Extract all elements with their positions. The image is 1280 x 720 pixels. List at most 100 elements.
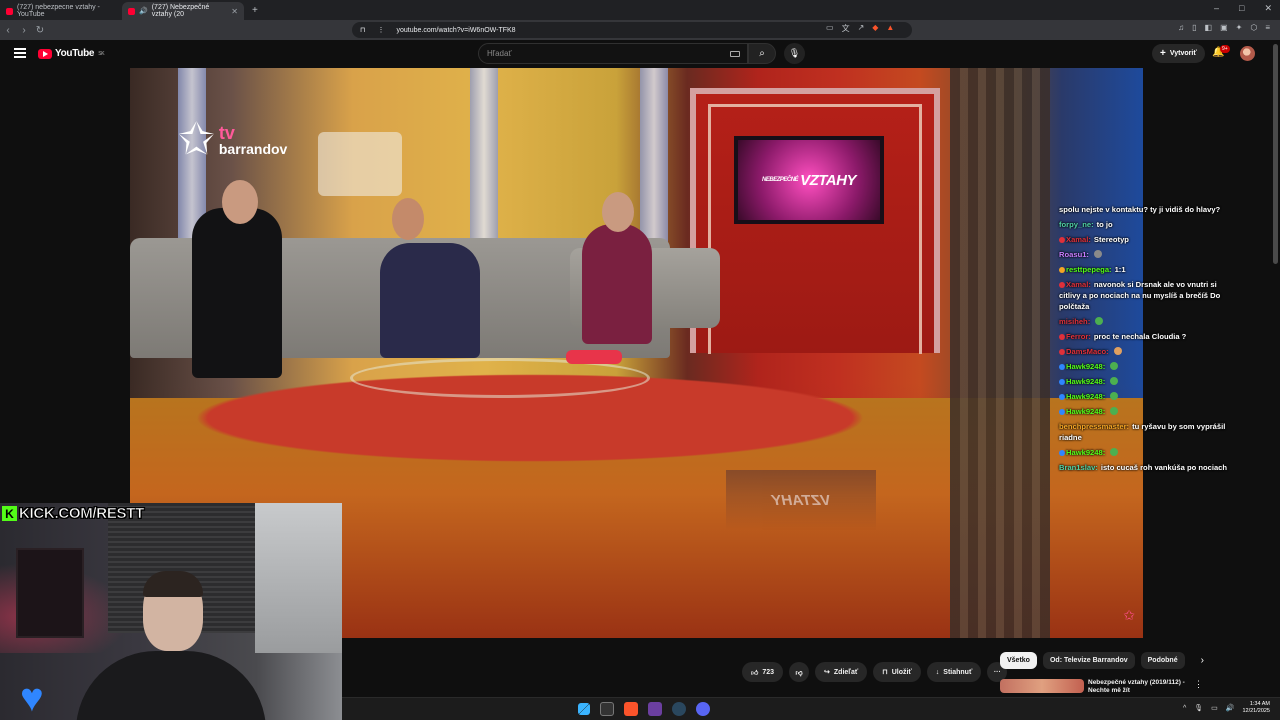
browser-tab[interactable]: (727) nebezpecne vztahy - YouTube <box>0 2 122 20</box>
xbox-icon[interactable] <box>600 702 614 716</box>
chat-username[interactable]: Hawk9248: <box>1066 377 1105 386</box>
share-button[interactable]: ↪ Zdieľať <box>815 662 868 682</box>
chat-message: Ferror: proc te nechala Cloudia ? <box>1059 331 1231 342</box>
chat-username[interactable]: resttpepega: <box>1066 265 1112 274</box>
like-count: 723 <box>762 668 775 676</box>
country-code: SK <box>98 50 105 57</box>
chat-username[interactable]: Hawk9248: <box>1066 407 1105 416</box>
voice-search-button[interactable]: 🎙 <box>784 43 805 64</box>
sidebar-icon[interactable]: ▯ <box>1192 23 1196 32</box>
chat-username[interactable]: Hawk9248: <box>1066 448 1105 457</box>
like-button[interactable]: 👍︎ 723 <box>742 662 784 682</box>
chat-username[interactable]: misiheh: <box>1059 317 1090 326</box>
split-view-icon[interactable]: ◧ <box>1205 23 1213 32</box>
tray-overflow-icon[interactable]: ^ <box>1183 705 1186 712</box>
chat-username[interactable]: Xamal: <box>1066 235 1091 244</box>
windows-start-icon[interactable] <box>578 703 590 715</box>
maximize-button[interactable]: □ <box>1239 3 1244 14</box>
chat-text: Stereotyp <box>1093 235 1129 244</box>
chip-all[interactable]: Všetko <box>1000 652 1037 669</box>
clock-time: 1:34 AM <box>1249 701 1270 707</box>
extensions-bar: ♫ ▯ ◧ ▣ ✦ ⬡ ≡ <box>1178 23 1270 32</box>
bookmark-icon[interactable]: ⊓ <box>360 26 365 34</box>
keyboard-icon[interactable] <box>730 51 740 57</box>
tab-title: (727) nebezpecne vztahy - YouTube <box>17 4 100 18</box>
chat-message: Hawk9248: <box>1059 447 1231 458</box>
brave-browser-icon[interactable] <box>624 702 638 716</box>
youtube-favicon-icon <box>128 7 135 15</box>
chat-username[interactable]: Hawk9248: <box>1066 362 1105 371</box>
chat-username[interactable]: Roasu1: <box>1059 250 1089 259</box>
rewards-icon[interactable]: ▲ <box>886 23 894 34</box>
leo-icon[interactable]: ✦ <box>1236 23 1243 32</box>
menu-icon[interactable]: ≡ <box>1265 23 1270 32</box>
reload-icon[interactable]: ↻ <box>32 25 48 36</box>
chat-username[interactable]: Xamal: <box>1066 280 1091 289</box>
guest-man-figure <box>192 208 282 378</box>
youtube-logo[interactable]: YouTube SK <box>38 48 105 59</box>
hamburger-menu-icon[interactable] <box>14 48 26 58</box>
wallet-icon[interactable]: ▣ <box>1220 23 1228 32</box>
brave-shield-icon[interactable]: ◆ <box>872 23 878 34</box>
dislike-button[interactable]: 👎︎ <box>789 662 810 682</box>
studio-curtain <box>950 68 1050 638</box>
save-button[interactable]: ⊓ Uložiť <box>873 662 921 682</box>
vpn-icon[interactable]: ⬡ <box>1250 23 1257 32</box>
chip-from-channel[interactable]: Od: Televize Barrandov <box>1042 652 1135 669</box>
search-input[interactable]: Hľadať <box>478 43 748 64</box>
chat-message: Roasu1: <box>1059 249 1231 260</box>
recommended-video-item[interactable]: Nebezpečné vztahy (2019/112) - Nechte mě… <box>1000 679 1205 695</box>
chat-emote-icon <box>1113 347 1122 355</box>
system-clock[interactable]: 1:34 AM 12/21/2025 <box>1242 701 1270 715</box>
kebab-menu-icon[interactable]: ⋮ <box>1194 679 1203 690</box>
recommended-thumbnail[interactable] <box>1000 679 1084 693</box>
chevron-right-icon[interactable]: › <box>1201 655 1204 666</box>
chat-emote-icon <box>1110 448 1119 456</box>
share-page-icon[interactable]: ↗ <box>858 23 865 34</box>
chat-username[interactable]: Bran1slav: <box>1059 463 1098 472</box>
chat-message: Hawk9248: <box>1059 391 1231 402</box>
close-tab-icon[interactable]: ✕ <box>231 7 238 16</box>
chat-username[interactable]: Ferror: <box>1066 332 1091 341</box>
thumbs-down-icon: 👎︎ <box>795 669 803 677</box>
music-icon[interactable]: ♫ <box>1178 23 1184 32</box>
close-window-button[interactable]: ✕ <box>1264 3 1272 14</box>
chat-badge-icon <box>1059 349 1065 355</box>
translate-icon[interactable]: 文 <box>842 23 850 34</box>
discord-icon[interactable] <box>696 702 710 716</box>
chip-related[interactable]: Podobné <box>1140 652 1185 669</box>
logo-text: YouTube <box>55 48 95 59</box>
browser-tab-active[interactable]: 🔊 (727) Nebezpečné vztahy (20 ✕ <box>122 2 244 20</box>
minimize-button[interactable]: – <box>1214 3 1219 14</box>
chat-username[interactable]: Hawk9248: <box>1066 392 1105 401</box>
chat-emote-icon <box>1110 377 1119 385</box>
speech-bubble-decor <box>318 132 402 196</box>
site-info-icon[interactable]: ⋮ <box>377 26 384 34</box>
share-label: Zdieľať <box>833 668 859 676</box>
network-icon[interactable]: ▭ <box>1211 704 1218 712</box>
account-avatar[interactable] <box>1240 46 1255 61</box>
microphone-tray-icon[interactable]: 🎙 <box>1194 704 1203 712</box>
chat-username[interactable]: DamsMaco: <box>1066 347 1109 356</box>
bookmark-save-icon: ⊓ <box>882 669 888 676</box>
steam-icon[interactable] <box>672 702 686 716</box>
forward-icon[interactable]: › <box>16 25 32 36</box>
streamer-webcam: ♥ <box>0 503 342 720</box>
page-scrollbar[interactable] <box>1273 44 1278 694</box>
download-icon: ↓ <box>935 668 940 676</box>
show-title: VZTAHY <box>800 171 856 189</box>
notification-count-badge: 9+ <box>1220 45 1230 53</box>
download-button[interactable]: ↓ Stiahnuť <box>926 662 982 682</box>
chat-text: 1:1 <box>1114 265 1126 274</box>
create-button[interactable]: + Vytvoriť <box>1152 44 1205 63</box>
chat-username[interactable]: benchpressmaster: <box>1059 422 1129 431</box>
scrollbar-thumb[interactable] <box>1273 44 1278 264</box>
search-button[interactable]: ⌕ <box>748 43 776 64</box>
cast-icon[interactable]: ▭ <box>826 23 834 34</box>
obs-icon[interactable] <box>648 702 662 716</box>
volume-icon[interactable]: 🔊 <box>1226 704 1235 712</box>
back-icon[interactable]: ‹ <box>0 25 16 36</box>
new-tab-button[interactable]: + <box>252 5 258 16</box>
chat-username[interactable]: forpy_ne: <box>1059 220 1094 229</box>
recommended-title[interactable]: Nebezpečné vztahy (2019/112) - Nechte mě… <box>1088 679 1188 695</box>
